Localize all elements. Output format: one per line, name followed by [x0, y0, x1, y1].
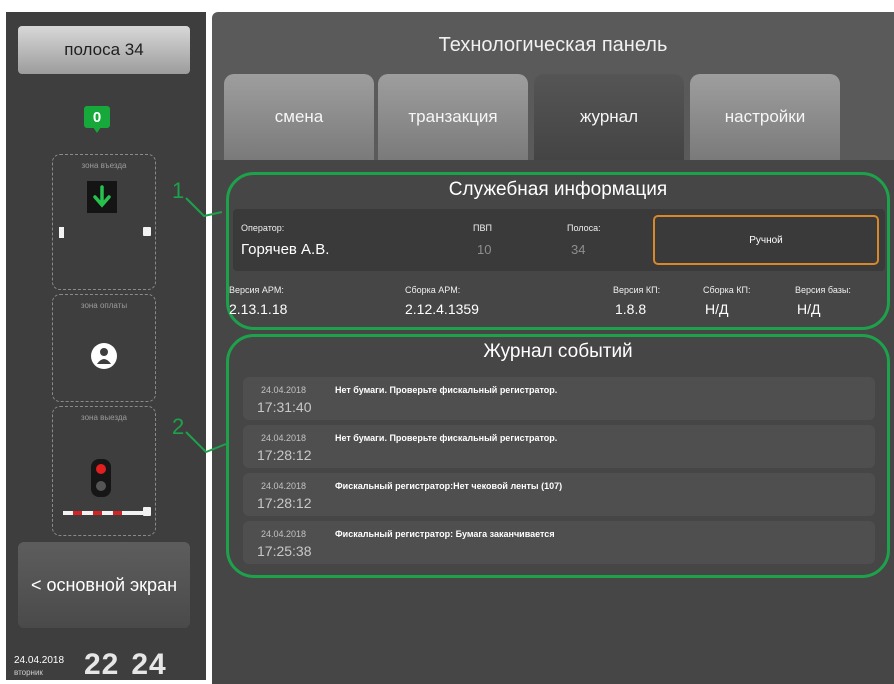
event-time: 17:28:12	[257, 495, 312, 511]
down-arrow-icon	[87, 181, 117, 213]
db-version-value: Н/Д	[797, 301, 821, 317]
exit-zone: зона выезда	[52, 406, 156, 536]
arm-build-value: 2.12.4.1359	[405, 301, 479, 317]
lane-label: Полоса:	[567, 223, 601, 233]
event-date: 24.04.2018	[261, 385, 307, 395]
post-icon	[59, 227, 64, 238]
tab-journal[interactable]: журнал	[534, 74, 684, 160]
pvp-label: ПВП	[473, 223, 492, 233]
event-time: 17:25:38	[257, 543, 312, 559]
event-text: Нет бумаги. Проверьте фискальный регистр…	[335, 433, 558, 443]
event-list: 24.04.2018 17:31:40 Нет бумаги. Проверьт…	[243, 377, 875, 569]
current-date: 24.04.2018	[14, 655, 65, 666]
lane-value: 34	[571, 242, 586, 257]
red-light	[96, 464, 106, 474]
tab-transaction[interactable]: транзакция	[378, 74, 528, 160]
operator-bar: Оператор: Горячев А.В. ПВП 10 Полоса: 34…	[233, 209, 885, 271]
tab-settings[interactable]: настройки	[690, 74, 840, 160]
event-date: 24.04.2018	[261, 529, 307, 539]
panel-title: Технологическая панель	[438, 34, 668, 56]
kp-version-label: Версия КП:	[613, 285, 661, 295]
event-text: Фискальный регистратор: Бумага заканчива…	[335, 529, 555, 539]
lock-icon	[143, 227, 151, 236]
arm-version-label: Версия АРМ:	[229, 285, 284, 295]
event-row[interactable]: 24.04.2018 17:28:12 Нет бумаги. Проверьт…	[243, 425, 875, 468]
marker-digit: 0	[84, 106, 110, 128]
pvp-value: 10	[477, 242, 492, 257]
off-light	[96, 481, 106, 491]
exit-zone-label: зона выезда	[81, 413, 127, 422]
event-time: 17:28:12	[257, 447, 312, 463]
kp-version-value: 1.8.8	[615, 301, 647, 317]
db-version-label: Версия базы:	[795, 285, 851, 295]
screen: полоса 34 0 зона въезда зона оплаты зона…	[0, 0, 894, 684]
current-time: 22 24	[84, 648, 167, 682]
event-date: 24.04.2018	[261, 481, 307, 491]
left-sidebar: полоса 34 0 зона въезда зона оплаты зона…	[6, 12, 206, 682]
main-screen-button[interactable]: < основной экран	[18, 542, 190, 628]
tab-shift[interactable]: смена	[224, 74, 374, 160]
time-minutes: 24	[131, 648, 167, 681]
arm-version-value: 2.13.1.18	[229, 301, 288, 317]
tab-bar: смена транзакция журнал настройки	[224, 74, 842, 160]
event-time: 17:31:40	[257, 399, 312, 415]
entry-zone: зона въезда	[52, 154, 156, 290]
entry-zone-label: зона въезда	[81, 161, 127, 170]
mode-button[interactable]: Ручной	[653, 215, 879, 265]
person-icon	[91, 343, 117, 369]
operator-label: Оператор:	[241, 223, 285, 233]
event-text: Фискальный регистратор:Нет чековой ленты…	[335, 481, 563, 491]
lane-button[interactable]: полоса 34	[18, 26, 190, 74]
kp-build-label: Сборка КП:	[703, 285, 751, 295]
event-date: 24.04.2018	[261, 433, 307, 443]
callout-1: 1	[172, 178, 185, 203]
payment-zone: зона оплаты	[52, 294, 156, 402]
event-log-title: Журнал событий	[483, 341, 633, 362]
event-row[interactable]: 24.04.2018 17:28:12 Фискальный регистрат…	[243, 473, 875, 516]
kp-build-value: Н/Д	[705, 301, 729, 317]
current-weekday: вторник	[14, 668, 43, 677]
callout-2: 2	[172, 414, 185, 439]
lane-marker-icon: 0	[84, 106, 110, 134]
down-arrow-glyph	[93, 185, 111, 208]
payment-zone-label: зона оплаты	[80, 301, 128, 310]
event-row[interactable]: 24.04.2018 17:25:38 Фискальный регистрат…	[243, 521, 875, 564]
marker-tip	[93, 127, 101, 133]
time-hours: 22	[84, 648, 120, 681]
event-log-section: Журнал событий 24.04.2018 17:31:40 Нет б…	[226, 334, 890, 578]
person-glyph	[97, 348, 111, 364]
arm-build-label: Сборка АРМ:	[405, 285, 461, 295]
barrier-icon	[63, 511, 145, 515]
lock-icon	[143, 507, 151, 516]
operator-value: Горячев А.В.	[241, 241, 330, 258]
event-row[interactable]: 24.04.2018 17:31:40 Нет бумаги. Проверьт…	[243, 377, 875, 420]
traffic-light-icon	[91, 459, 111, 497]
event-text: Нет бумаги. Проверьте фискальный регистр…	[335, 385, 558, 395]
service-info-title: Служебная информация	[448, 179, 668, 200]
tech-panel: Технологическая панель смена транзакция …	[212, 12, 894, 684]
service-info-section: Служебная информация Оператор: Горячев А…	[226, 172, 890, 330]
